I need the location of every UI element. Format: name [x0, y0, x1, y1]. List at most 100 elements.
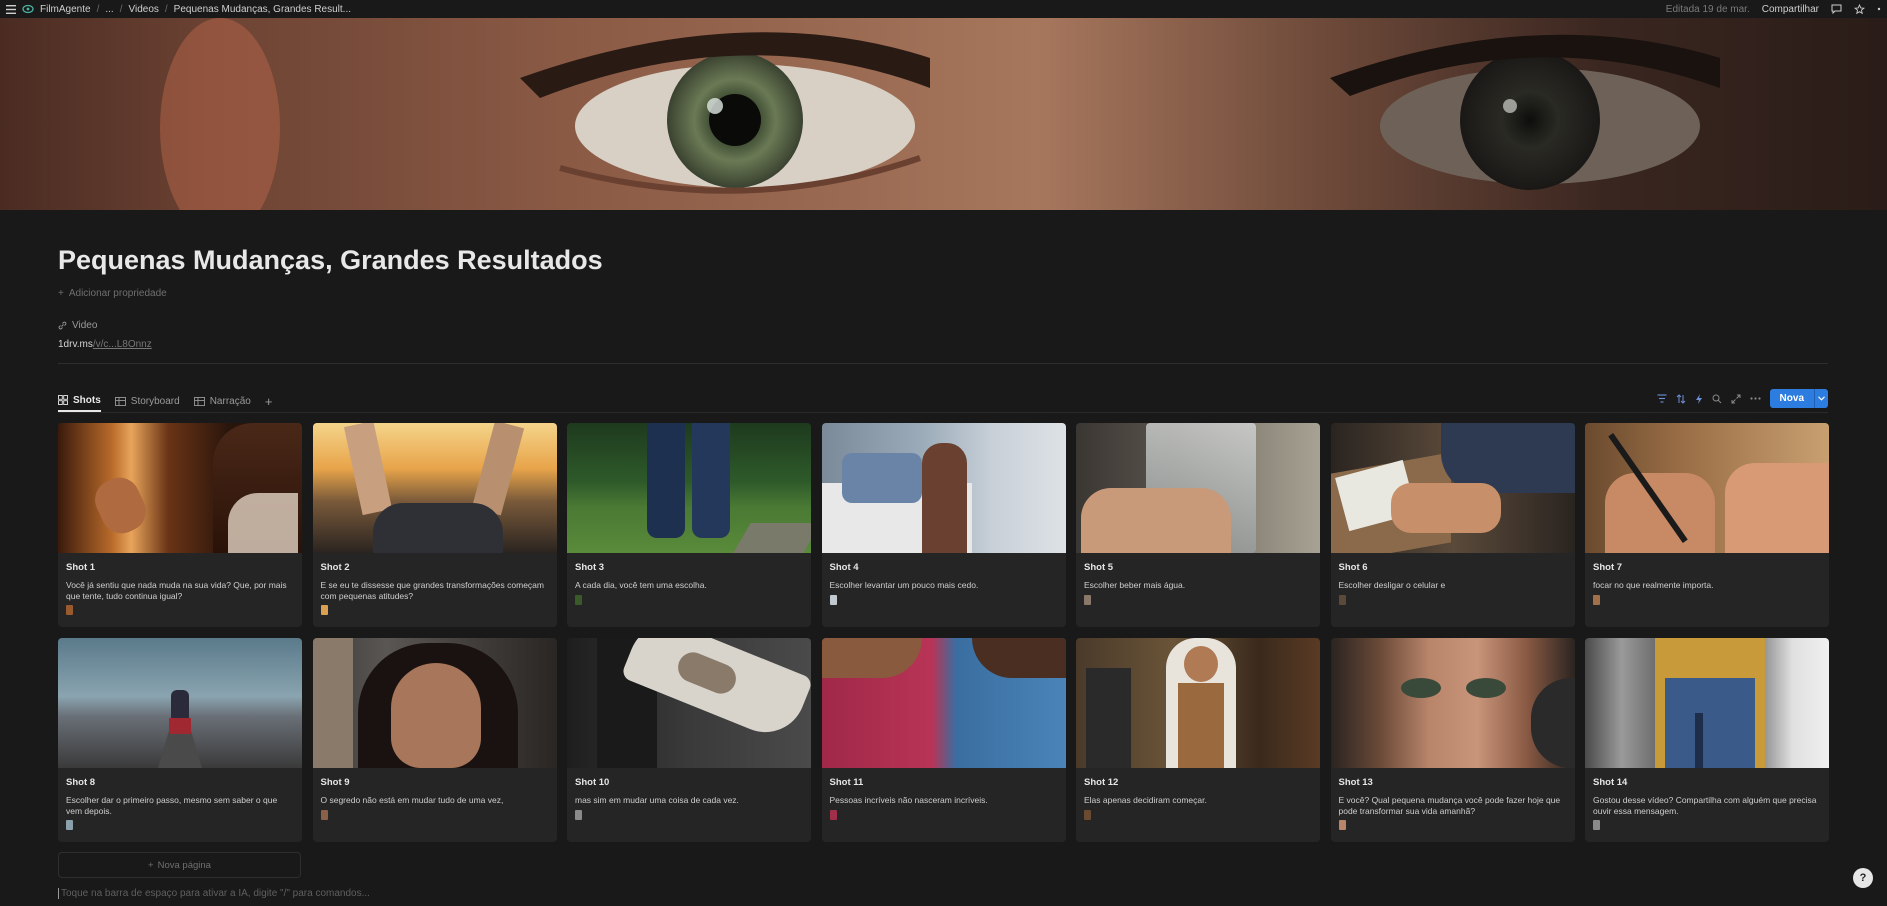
page-title[interactable]: Pequenas Mudanças, Grandes Resultados: [58, 245, 603, 276]
view-toolbar: Nova: [1657, 389, 1828, 408]
gallery-card[interactable]: Shot 9 O segredo não está em mudar tudo …: [312, 638, 557, 842]
link-path[interactable]: /v/c...L8Onnz: [93, 339, 152, 350]
breadcrumb-videos[interactable]: Videos: [128, 4, 158, 15]
automation-icon[interactable]: [1695, 393, 1703, 404]
shot-mini-thumbnail: [320, 605, 328, 615]
plus-icon: +: [58, 288, 64, 299]
shot-name: Shot 3: [575, 562, 605, 573]
shot-thumbnail: [567, 423, 811, 553]
new-item-label[interactable]: Nova: [1770, 389, 1814, 408]
new-item-button[interactable]: Nova: [1769, 389, 1828, 408]
shot-mini-thumbnail: [1593, 595, 1600, 605]
breadcrumb-current-page[interactable]: Pequenas Mudanças, Grandes Result...: [174, 4, 351, 15]
tab-narracao[interactable]: Narração: [193, 390, 251, 412]
view-tabs: Shots Storyboard Narração +: [58, 390, 272, 412]
shot-thumbnail: [567, 638, 811, 768]
table-icon: [193, 396, 205, 406]
tab-narracao-label: Narração: [209, 395, 251, 407]
search-icon[interactable]: [1712, 394, 1722, 404]
tab-storyboard-label: Storyboard: [130, 395, 180, 407]
shot-name: Shot 1: [66, 562, 96, 573]
shot-name: Shot 11: [829, 777, 864, 788]
property-label: Video: [58, 320, 97, 331]
shot-thumbnail: [1076, 638, 1320, 768]
tab-shots-label: Shots: [73, 394, 101, 406]
gallery-card[interactable]: Shot 5 Escolher beber mais água.: [1076, 423, 1320, 627]
gallery-card[interactable]: Shot 6 Escolher desligar o celular e: [1330, 423, 1575, 627]
share-button[interactable]: Compartilhar: [1762, 4, 1819, 15]
shot-thumbnail: [1076, 423, 1320, 553]
shot-name: Shot 5: [1084, 562, 1114, 573]
help-icon[interactable]: ?: [1853, 868, 1873, 888]
shot-text: A cada dia, você tem uma escolha.: [575, 580, 707, 590]
top-bar: FilmAgente / ... / Videos / Pequenas Mud…: [0, 0, 1887, 18]
shot-mini-thumbnail: [1593, 820, 1600, 830]
shot-thumbnail: [821, 423, 1066, 553]
shot-mini-thumbnail: [575, 595, 582, 605]
shot-name: Shot 13: [1338, 777, 1373, 788]
star-icon[interactable]: [1854, 3, 1865, 15]
shot-mini-thumbnail: [829, 595, 837, 605]
shot-thumbnail: [312, 423, 557, 553]
shot-text: Gostou desse vídeo? Compartilha com algu…: [1593, 795, 1817, 816]
shot-thumbnail: [1330, 423, 1575, 553]
tab-storyboard[interactable]: Storyboard: [114, 390, 180, 412]
gallery-card[interactable]: Shot 4 Escolher levantar um pouco mais c…: [821, 423, 1066, 627]
gallery-icon: [58, 395, 68, 405]
new-page-label: Nova página: [157, 859, 211, 871]
gallery-card[interactable]: Shot 13 E você? Qual pequena mudança voc…: [1330, 638, 1575, 842]
shot-text: Escolher beber mais água.: [1084, 580, 1186, 590]
property-link-value[interactable]: 1drv.ms/v/c...L8Onnz: [58, 339, 152, 350]
editor-placeholder[interactable]: Toque na barra de espaço para ativar a I…: [58, 888, 370, 899]
gallery-card[interactable]: Shot 8 Escolher dar o primeiro passo, me…: [58, 638, 302, 842]
shot-name: Shot 2: [320, 562, 350, 573]
shot-mini-thumbnail: [1084, 810, 1091, 820]
table-icon: [114, 396, 126, 406]
page-cover-image[interactable]: [0, 18, 1887, 210]
shot-thumbnail: [1330, 638, 1575, 768]
shot-text: O segredo não está em mudar tudo de uma …: [320, 795, 504, 805]
menu-icon[interactable]: [6, 4, 16, 14]
new-page-button[interactable]: + Nova página: [58, 852, 301, 878]
shot-text: focar no que realmente importa.: [1593, 580, 1714, 590]
breadcrumb-separator: /: [119, 3, 123, 15]
more-options-icon[interactable]: [1749, 397, 1761, 400]
gallery-card[interactable]: Shot 14 Gostou desse vídeo? Compartilha …: [1585, 638, 1829, 842]
shot-name: Shot 10: [575, 777, 610, 788]
chevron-down-icon[interactable]: [1814, 389, 1828, 408]
link-host[interactable]: 1drv.ms: [58, 339, 93, 350]
shots-gallery: Shot 1 Você já sentiu que nada muda na s…: [58, 423, 1829, 842]
add-property-button[interactable]: + Adicionar propriedade: [58, 288, 167, 299]
shot-mini-thumbnail: [575, 810, 582, 820]
shot-text: Escolher desligar o celular e: [1338, 580, 1446, 590]
gallery-card[interactable]: Shot 3 A cada dia, você tem uma escolha.: [567, 423, 811, 627]
tabs-divider: [58, 412, 1828, 413]
breadcrumb-ellipsis[interactable]: ...: [105, 4, 113, 15]
gallery-card[interactable]: Shot 11 Pessoas incríveis não nasceram i…: [821, 638, 1066, 842]
shot-name: Shot 6: [1338, 562, 1368, 573]
more-options-icon[interactable]: [1877, 4, 1881, 14]
comment-icon[interactable]: [1831, 4, 1842, 14]
gallery-card[interactable]: Shot 1 Você já sentiu que nada muda na s…: [58, 423, 302, 627]
breadcrumb-workspace[interactable]: FilmAgente: [40, 4, 91, 15]
shot-thumbnail: [1585, 423, 1829, 553]
expand-icon[interactable]: [1731, 394, 1741, 404]
gallery-card[interactable]: Shot 7 focar no que realmente importa.: [1585, 423, 1829, 627]
sort-icon[interactable]: [1676, 393, 1686, 404]
gallery-card[interactable]: Shot 10 mas sim em mudar uma coisa de ca…: [567, 638, 811, 842]
plus-icon: +: [148, 859, 154, 871]
gallery-card[interactable]: Shot 12 Elas apenas decidiram começar.: [1076, 638, 1320, 842]
filter-icon[interactable]: [1657, 394, 1667, 403]
shot-text: Você já sentiu que nada muda na sua vida…: [66, 580, 287, 601]
workspace-logo-icon: [22, 4, 34, 14]
shot-mini-thumbnail: [1338, 820, 1346, 830]
divider: [58, 363, 1828, 364]
shot-text: E se eu te dissesse que grandes transfor…: [320, 580, 544, 601]
breadcrumb-separator: /: [96, 3, 100, 15]
shot-name: Shot 8: [66, 777, 96, 788]
tab-shots[interactable]: Shots: [58, 390, 101, 412]
add-view-button[interactable]: +: [265, 390, 273, 412]
gallery-card[interactable]: Shot 2 E se eu te dissesse que grandes t…: [312, 423, 557, 627]
edited-timestamp: Editada 19 de mar.: [1665, 3, 1750, 15]
shot-mini-thumbnail: [66, 605, 73, 615]
